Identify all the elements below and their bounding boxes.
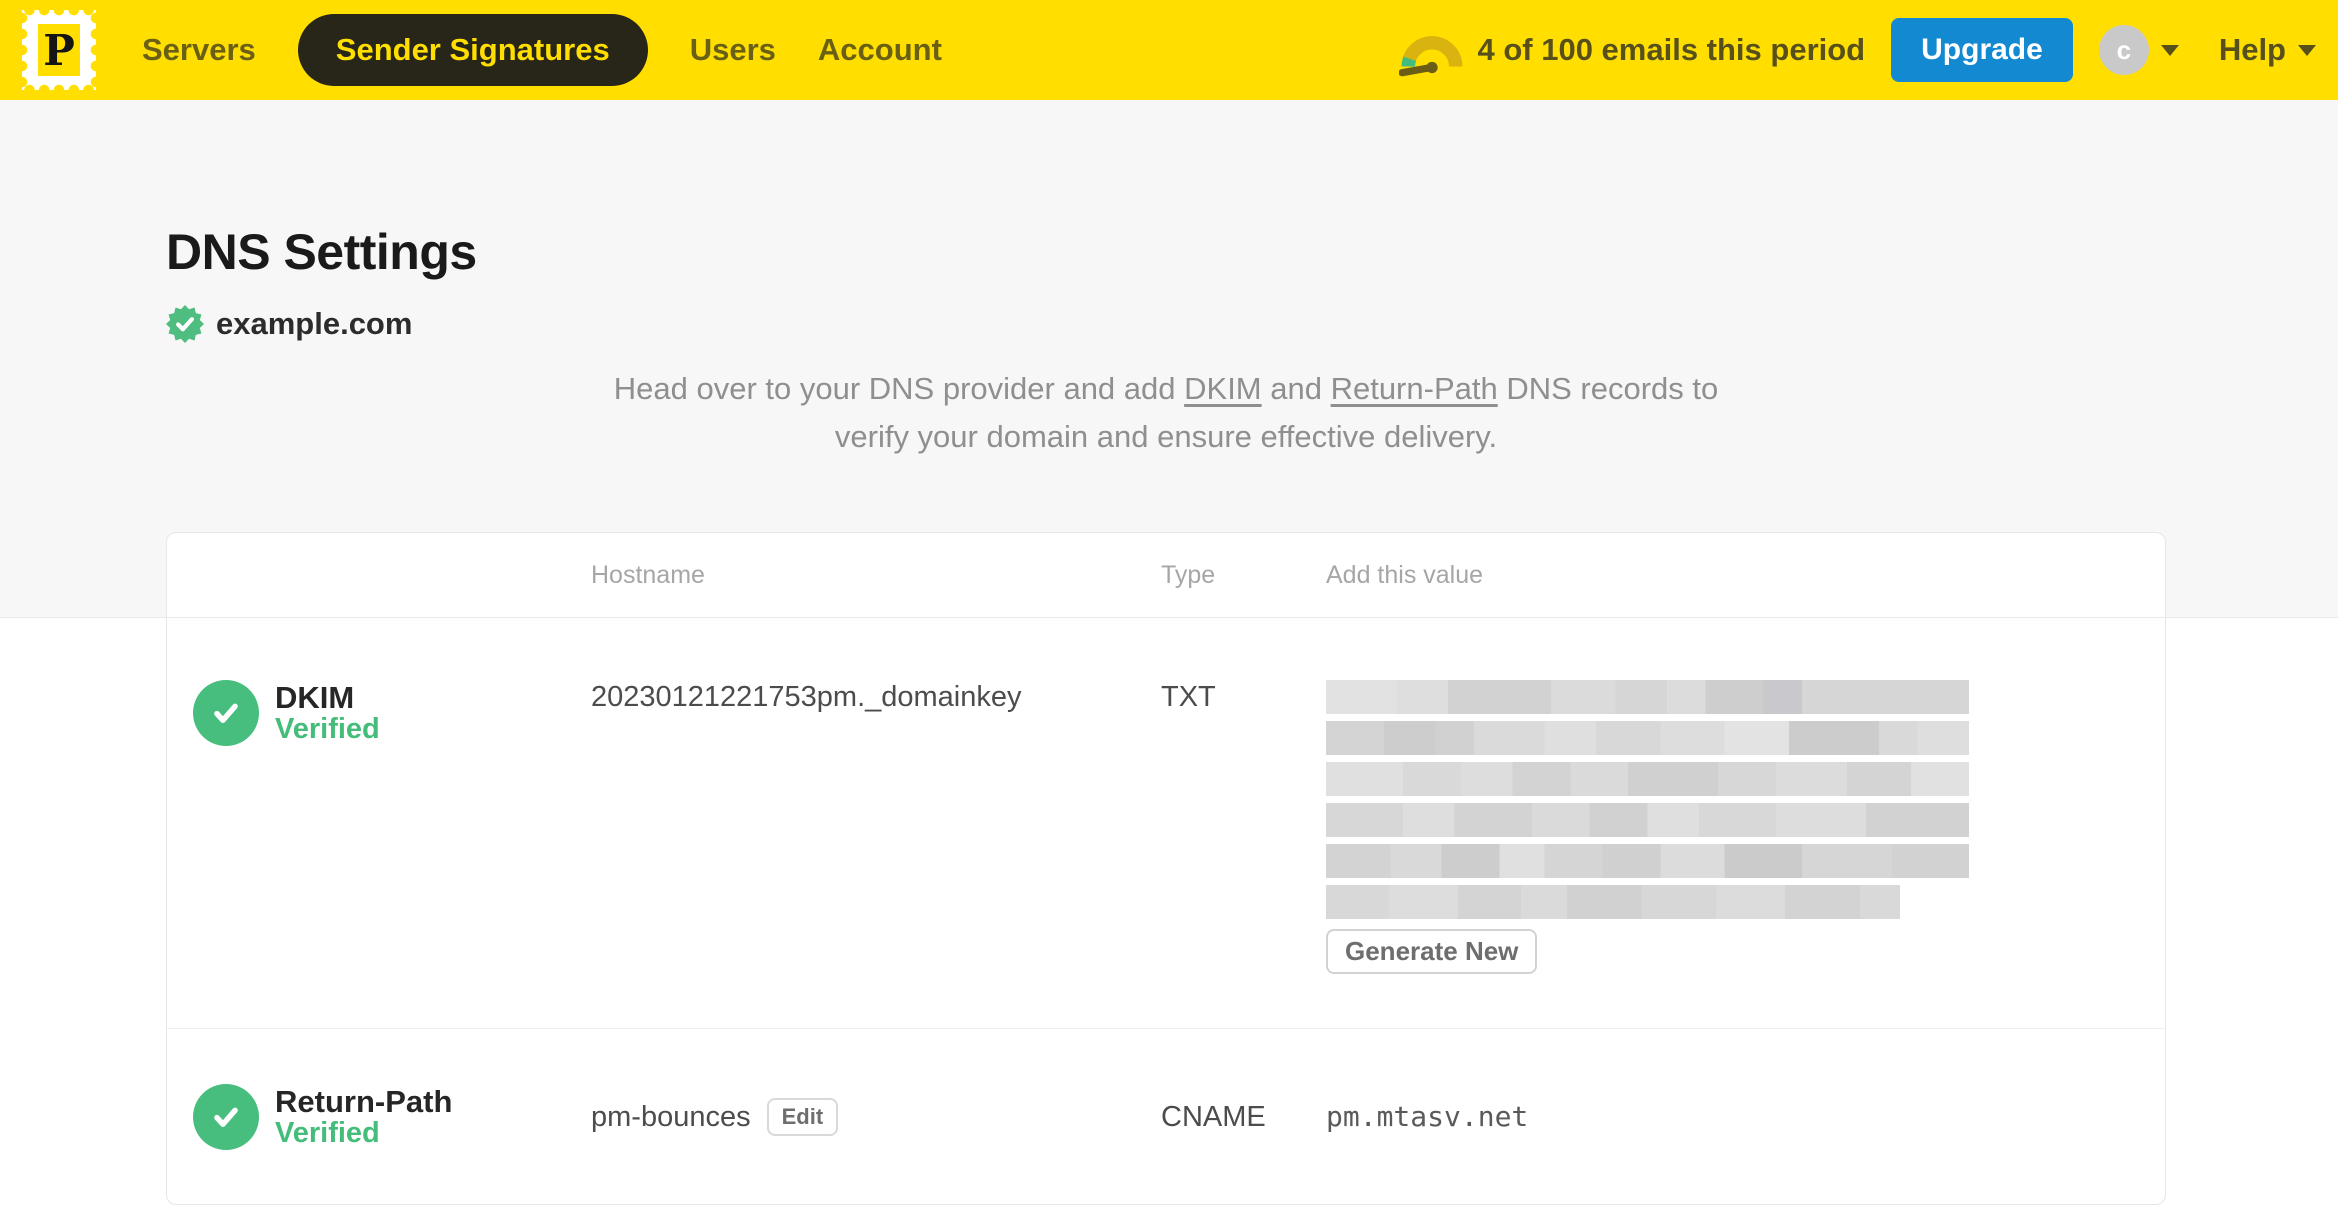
page-title: DNS Settings — [166, 224, 477, 280]
help-menu[interactable]: Help — [2219, 32, 2316, 68]
help-label: Help — [2218, 32, 2286, 67]
table-row-return-path: Return-Path Verified pm-bounces Edit CNA… — [167, 1029, 2165, 1204]
redacted-line — [1326, 721, 1969, 755]
avatar[interactable]: c — [2098, 25, 2149, 75]
header-type: Type — [1161, 560, 1216, 589]
dns-instructions: Head over to your DNS provider and add D… — [166, 365, 2166, 463]
record-name: Return-Path — [275, 1083, 453, 1119]
usage-counter: 4 of 100 emails this period — [1477, 32, 1866, 67]
verified-check-icon — [193, 1083, 259, 1150]
navbar-right: 4 of 100 emails this period Upgrade c He… — [1399, 18, 2316, 82]
instructions-text: DNS records to — [1497, 370, 1719, 406]
postmark-logo[interactable]: P — [22, 10, 96, 90]
chevron-down-icon — [2298, 44, 2316, 56]
dkim-link[interactable]: DKIM — [1184, 371, 1262, 406]
nav-item-account[interactable]: Account — [818, 32, 942, 68]
redacted-line — [1326, 844, 1969, 878]
return-path-link[interactable]: Return-Path — [1331, 371, 1498, 406]
instructions-text: Head over to your DNS provider and add — [613, 370, 1185, 406]
dkim-status-cell: DKIM Verified — [167, 680, 591, 746]
instructions-text: verify your domain and ensure effective … — [834, 419, 1498, 455]
return-path-hostname: pm-bounces — [591, 1100, 751, 1133]
dns-settings-page: P Servers Sender Signatures Users Accoun… — [0, 0, 2338, 1222]
instructions-text: and — [1261, 370, 1331, 406]
redacted-line — [1326, 762, 1969, 796]
return-path-status-cell: Return-Path Verified — [167, 1083, 591, 1150]
top-navbar: P Servers Sender Signatures Users Accoun… — [0, 0, 2338, 100]
redacted-line — [1326, 803, 1969, 837]
nav-item-users[interactable]: Users — [690, 32, 776, 68]
domain-row: example.com — [166, 304, 2166, 343]
table-header-row: Hostname Type Add this value — [167, 533, 2165, 618]
return-path-hostname-cell: pm-bounces Edit — [591, 1097, 1161, 1136]
generate-new-button[interactable]: Generate New — [1326, 929, 1538, 974]
dns-records-card: Hostname Type Add this value DKIM Verifi… — [166, 532, 2166, 1205]
header-hostname: Hostname — [591, 560, 705, 589]
status-badge: Verified — [275, 1116, 380, 1149]
verified-check-icon — [193, 680, 259, 746]
primary-nav: Servers Sender Signatures Users Account — [142, 14, 942, 86]
return-path-type: CNAME — [1161, 1100, 1266, 1133]
record-name: DKIM — [275, 680, 355, 715]
dkim-type: TXT — [1161, 681, 1216, 713]
redacted-dns-value — [1326, 680, 2131, 919]
domain-name: example.com — [216, 305, 413, 341]
nav-item-sender-signatures[interactable]: Sender Signatures — [297, 14, 648, 86]
upgrade-button[interactable]: Upgrade — [1891, 18, 2073, 82]
edit-button[interactable]: Edit — [766, 1097, 839, 1136]
return-path-value: pm.mtasv.net — [1326, 1100, 1529, 1133]
dkim-hostname: 20230121221753pm._domainkey — [591, 681, 1022, 713]
redacted-line — [1326, 885, 1900, 919]
verified-seal-icon — [166, 304, 204, 343]
table-row-dkim: DKIM Verified 20230121221753pm._domainke… — [167, 618, 2165, 1029]
nav-item-servers[interactable]: Servers — [142, 32, 256, 68]
redacted-line — [1326, 680, 1969, 714]
account-menu[interactable]: c — [2098, 25, 2179, 75]
chevron-down-icon — [2160, 44, 2179, 56]
usage-gauge-icon — [1399, 36, 1463, 77]
status-badge: Verified — [275, 713, 380, 745]
header-value: Add this value — [1326, 560, 1484, 589]
dkim-value-cell: Generate New — [1326, 680, 2165, 974]
postmark-stamp-icon: P — [38, 24, 80, 76]
return-path-value-cell: pm.mtasv.net — [1326, 1100, 2165, 1133]
